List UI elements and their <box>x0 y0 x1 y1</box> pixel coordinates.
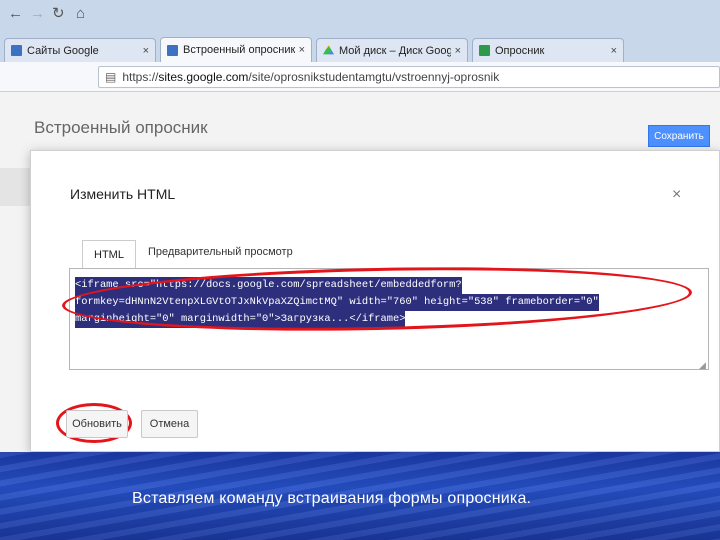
tab-embedded-survey[interactable]: Встроенный опросник - От × <box>160 37 312 62</box>
home-icon[interactable]: ⌂ <box>76 6 85 22</box>
url-path: /site/oprosnikstudentamgtu/vstroennyj-op… <box>248 70 500 84</box>
address-bar[interactable]: ▤ https:// sites.google.com /site/oprosn… <box>98 66 720 88</box>
update-button[interactable]: Обновить <box>66 410 128 438</box>
tab-title: Встроенный опросник - От <box>183 44 295 56</box>
google-sites-icon <box>11 45 22 56</box>
dialog-title: Изменить HTML <box>70 186 176 202</box>
tab-preview[interactable]: Предварительный просмотр <box>148 246 293 258</box>
close-tab-icon[interactable]: × <box>455 45 461 57</box>
reload-icon[interactable]: ↻ <box>52 6 65 22</box>
tab-sites-google[interactable]: Сайты Google × <box>4 38 156 62</box>
google-drive-icon <box>323 45 334 55</box>
tab-title: Опросник <box>495 44 545 57</box>
page-info-icon[interactable]: ▤ <box>105 70 116 84</box>
url-host: sites.google.com <box>158 70 249 84</box>
close-icon[interactable]: × <box>672 186 681 204</box>
tab-html[interactable]: HTML <box>82 240 136 269</box>
close-tab-icon[interactable]: × <box>299 44 305 56</box>
url-scheme: https:// <box>122 70 159 84</box>
back-arrow-icon[interactable]: ← <box>8 6 23 22</box>
tab-survey-form[interactable]: Опросник × <box>472 38 624 62</box>
tab-title: Мой диск – Диск Google <box>339 44 451 57</box>
page-title: Встроенный опросник <box>34 118 208 137</box>
tab-google-drive[interactable]: Мой диск – Диск Google × <box>316 38 468 62</box>
cancel-button[interactable]: Отмена <box>141 410 198 438</box>
close-tab-icon[interactable]: × <box>611 45 617 57</box>
tab-title: Сайты Google <box>27 44 99 57</box>
google-sites-icon <box>167 44 178 56</box>
save-button[interactable]: Сохранить <box>648 125 710 147</box>
google-forms-icon <box>479 45 490 56</box>
close-tab-icon[interactable]: × <box>143 45 149 57</box>
resize-handle-icon[interactable]: ◢ <box>699 360 706 371</box>
slide-caption: Вставляем команду встраивания формы опро… <box>132 490 532 507</box>
forward-arrow-icon[interactable]: → <box>30 6 45 22</box>
